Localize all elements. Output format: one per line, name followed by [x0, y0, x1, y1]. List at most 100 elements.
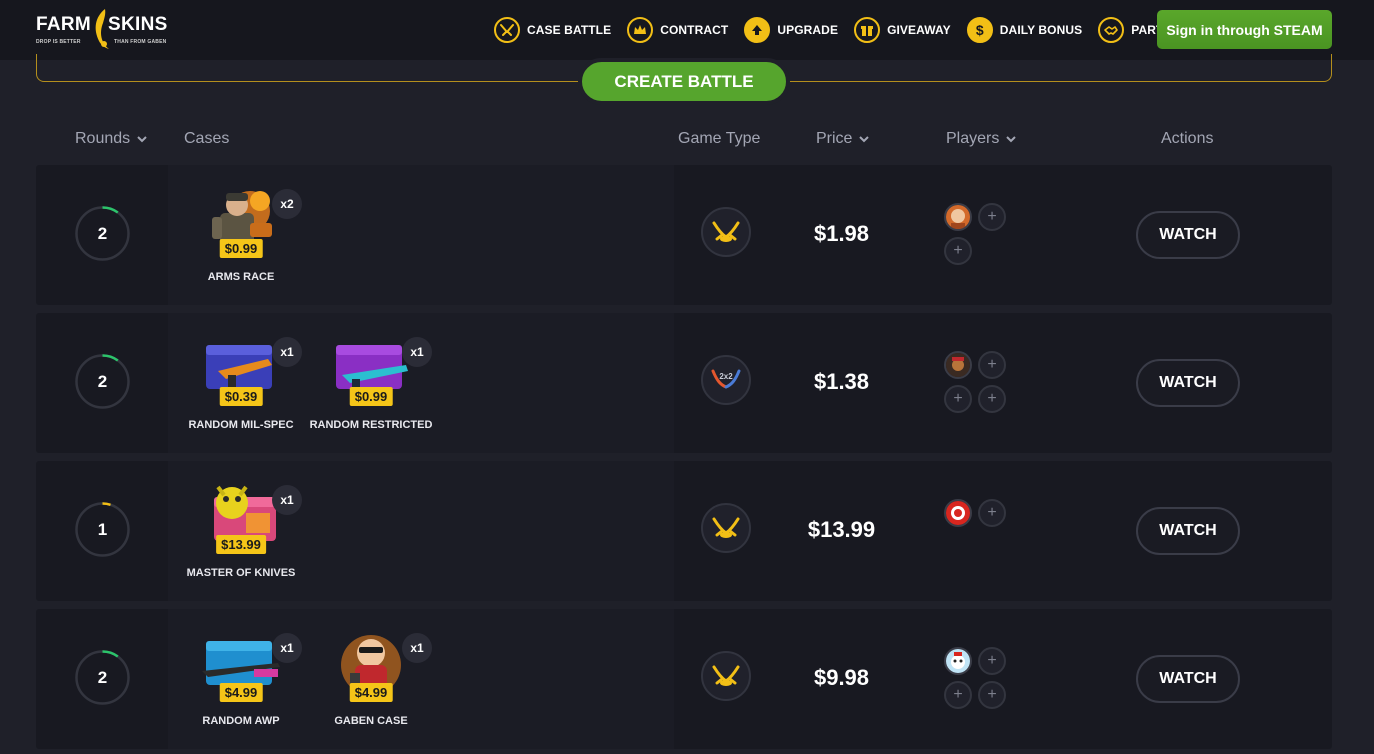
game-type-2x2-icon: 2x2 — [701, 355, 751, 405]
player-avatar[interactable] — [944, 499, 972, 527]
logo-tagline-right: THAN FROM GABEN — [114, 39, 167, 45]
watch-button[interactable]: WATCH — [1136, 211, 1240, 259]
game-type-label: 2x2 — [719, 372, 733, 381]
column-cases-label: Cases — [184, 130, 230, 147]
cases-cell: x1 $13.99 MASTER OF KNIVES — [168, 461, 674, 601]
case-count-badge: x1 — [272, 337, 302, 367]
column-price-label: Price — [816, 130, 853, 147]
case-item[interactable]: x1 $4.99 RANDOM AWP — [176, 627, 306, 737]
rounds-count: 2 — [97, 667, 108, 687]
nav-label: UPGRADE — [777, 23, 839, 37]
game-type-1v1-icon — [701, 503, 751, 553]
nav-label: CASE BATTLE — [527, 23, 612, 37]
join-slot-plus[interactable]: + — [944, 237, 972, 265]
join-slot-plus[interactable]: + — [944, 385, 972, 413]
dollar-coin-icon: $ — [966, 17, 993, 43]
case-count-badge: x2 — [272, 189, 302, 219]
players-slots: + + + — [944, 647, 1014, 711]
player-avatar[interactable] — [944, 203, 972, 231]
rounds-cell: 2 — [36, 313, 168, 453]
watch-button[interactable]: WATCH — [1136, 655, 1240, 703]
game-type-1v1-icon — [701, 651, 751, 701]
column-players[interactable]: Players — [946, 130, 1017, 148]
case-count-badge: x1 — [272, 633, 302, 663]
cases-cell: x1 $0.39 RANDOM MIL-SPEC x1 $0.99 RANDOM… — [168, 313, 674, 453]
logo-text-farm: FARM — [36, 14, 92, 35]
players-slots: + + + — [944, 351, 1014, 415]
column-actions-label: Actions — [1161, 130, 1214, 147]
battle-info-cell: $1.98 + + WATCH — [674, 165, 1332, 305]
battle-row: 2 x1 $0.39 RANDOM MIL-SPEC x1 $0.99 RAND… — [36, 313, 1332, 453]
cases-cell: x1 $4.99 RANDOM AWP x1 $4.99 GABEN CASE — [168, 609, 674, 749]
logo-tagline-left: DROP IS BETTER — [36, 39, 81, 45]
logo-text-skins: SKINS — [108, 14, 168, 35]
rounds-cell: 2 — [36, 165, 168, 305]
case-item[interactable]: x2 $0.99 ARMS RACE — [176, 183, 306, 293]
battle-price: $9.98 — [813, 665, 870, 690]
case-item[interactable]: x1 $0.99 RANDOM RESTRICTED — [306, 331, 436, 441]
case-item[interactable]: x1 $4.99 GABEN CASE — [306, 627, 436, 737]
battle-row: 2 x2 $0.99 ARMS RACE $1.98 + + WATCH — [36, 165, 1332, 305]
nav-case-battle[interactable]: CASE BATTLE — [494, 15, 611, 45]
join-slot-plus[interactable]: + — [978, 351, 1006, 379]
case-price-tag: $4.99 — [219, 683, 263, 702]
game-type-1v1-icon — [701, 207, 751, 257]
nav-label: DAILY BONUS — [999, 23, 1083, 37]
column-cases: Cases — [184, 130, 229, 148]
column-price[interactable]: Price — [816, 130, 870, 148]
player-avatar[interactable] — [944, 351, 972, 379]
players-slots: + — [944, 499, 1014, 563]
cases-cell: x2 $0.99 ARMS RACE — [168, 165, 674, 305]
nav-label: GIVEAWAY — [887, 23, 951, 37]
chevron-down-icon — [859, 136, 870, 143]
case-name: GABEN CASE — [334, 715, 408, 727]
case-price-tag: $0.99 — [219, 239, 263, 258]
join-slot-plus[interactable]: + — [978, 647, 1006, 675]
rounds-count: 2 — [97, 223, 108, 243]
case-count-badge: x1 — [402, 633, 432, 663]
case-name: MASTER OF KNIVES — [186, 567, 296, 579]
case-price-tag: $0.39 — [219, 387, 263, 406]
join-slot-plus[interactable]: + — [944, 681, 972, 709]
crossed-swords-icon — [494, 17, 520, 43]
case-name: RANDOM RESTRICTED — [309, 419, 433, 431]
create-battle-button[interactable]: CREATE BATTLE — [578, 58, 790, 105]
watch-button[interactable]: WATCH — [1136, 359, 1240, 407]
join-slot-plus[interactable]: + — [978, 385, 1006, 413]
rounds-count: 2 — [97, 371, 108, 391]
case-price-tag: $0.99 — [349, 387, 393, 406]
nav-upgrade[interactable]: UPGRADE — [744, 15, 838, 45]
farmskins-logo[interactable]: FARM SKINS DROP IS BETTER THAN FROM GABE… — [36, 8, 176, 52]
battle-price: $1.38 — [813, 369, 870, 394]
column-actions: Actions — [1161, 130, 1213, 148]
rounds-cell: 1 — [36, 461, 168, 601]
case-item[interactable]: x1 $0.39 RANDOM MIL-SPEC — [176, 331, 306, 441]
case-item[interactable]: x1 $13.99 MASTER OF KNIVES — [176, 479, 306, 589]
column-rounds-label: Rounds — [75, 130, 131, 147]
gift-icon — [854, 17, 881, 43]
player-avatar[interactable] — [944, 647, 972, 675]
main-nav: CASE BATTLE CONTRACT UPGRADE GIVEAWAY $ … — [494, 15, 1205, 45]
watch-button[interactable]: WATCH — [1136, 507, 1240, 555]
join-slot-plus[interactable]: + — [978, 203, 1006, 231]
battle-info-cell: $13.99 + WATCH — [674, 461, 1332, 601]
handshake-icon — [1098, 17, 1125, 43]
nav-giveaway[interactable]: GIVEAWAY — [854, 15, 951, 45]
case-price-tag: $4.99 — [349, 683, 393, 702]
case-count-badge: x1 — [272, 485, 302, 515]
join-slot-plus[interactable]: + — [978, 499, 1006, 527]
steam-signin-button[interactable]: Sign in through STEAM — [1157, 10, 1332, 49]
battle-row: 2 x1 $4.99 RANDOM AWP x1 $4.99 GABEN CAS… — [36, 609, 1332, 749]
case-price-tag: $13.99 — [216, 535, 266, 554]
players-slots: + + — [944, 203, 1014, 267]
column-rounds[interactable]: Rounds — [75, 130, 148, 148]
battle-info-cell: $9.98 + + + WATCH — [674, 609, 1332, 749]
nav-contract[interactable]: CONTRACT — [627, 15, 728, 45]
battle-price: $1.98 — [813, 221, 870, 246]
case-name: RANDOM AWP — [202, 715, 280, 727]
nav-daily-bonus[interactable]: $ DAILY BONUS — [966, 15, 1083, 45]
case-name: ARMS RACE — [207, 271, 275, 283]
case-count-badge: x1 — [402, 337, 432, 367]
arrow-up-icon — [744, 17, 771, 43]
join-slot-plus[interactable]: + — [978, 681, 1006, 709]
